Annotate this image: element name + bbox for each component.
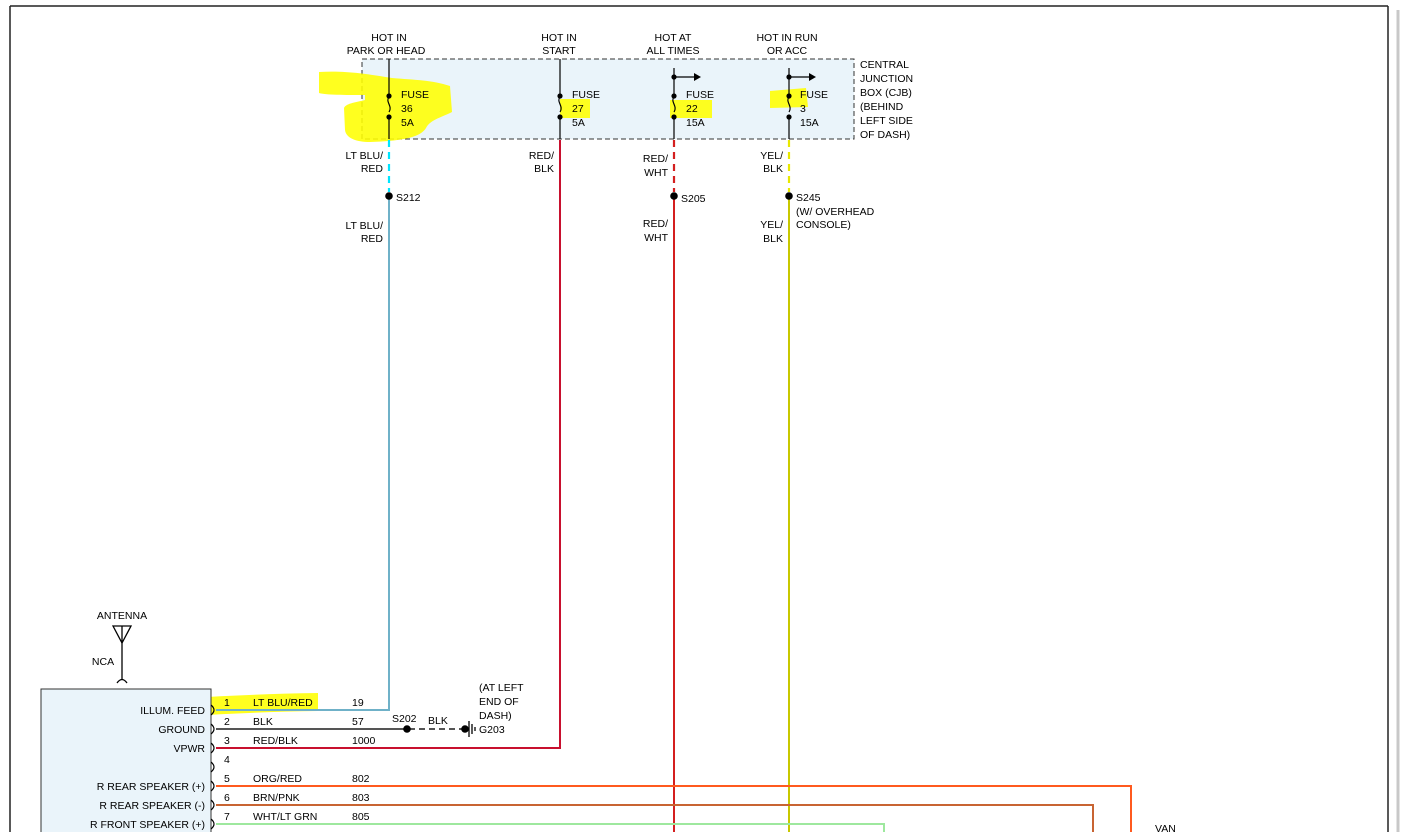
cjb-label-line-1: CENTRAL — [860, 59, 909, 71]
fuse-36-header-line-2: PARK OR HEAD — [347, 45, 426, 57]
splice-s212-label: S212 — [396, 192, 421, 204]
splice-s205-label: S205 — [681, 193, 706, 205]
f3-top-label-line-2: BLK — [763, 163, 783, 175]
pin-7-circuit: 805 — [352, 811, 370, 823]
pin-3-circuit: 1000 — [352, 735, 376, 747]
pin-5-name: R REAR SPEAKER (+) — [97, 781, 205, 793]
pin-3-wire-color: RED/BLK — [253, 735, 298, 747]
pin-3-name: VPWR — [174, 743, 206, 755]
fuse-22-header-line-1: HOT AT — [655, 32, 693, 44]
cjb-label-line-4: (BEHIND — [860, 101, 904, 113]
wiring-diagram: CENTRAL JUNCTION BOX (CJB) (BEHIND LEFT SIDE… — [9, 5, 1400, 832]
van-label: VAN — [1155, 823, 1176, 832]
splice-s205-dot — [670, 192, 678, 200]
pin-2-wire-color: BLK — [253, 716, 273, 728]
fuse-3-header-line-1: HOT IN RUN — [756, 32, 817, 44]
antenna-nca-label: NCA — [92, 656, 114, 668]
fuse-27-number: 27 — [572, 103, 584, 115]
pin-6-number: 6 — [224, 792, 230, 804]
cjb-label-line-2: JUNCTION — [860, 73, 913, 85]
splice-s245-note-line-2: CONSOLE) — [796, 219, 851, 231]
fuse-22-label: FUSE — [686, 89, 714, 101]
splice-s202-dot — [403, 725, 411, 733]
antenna-icon — [111, 625, 133, 684]
f36-top-label-line-2: RED — [361, 163, 384, 175]
splice-s245-label: S245 — [796, 192, 821, 204]
pin-6-wire-color: BRN/PNK — [253, 792, 300, 804]
pin-3-number: 3 — [224, 735, 230, 747]
antenna-label: ANTENNA — [97, 610, 147, 622]
f3-top-label-line-1: YEL/ — [760, 150, 783, 162]
fuse-3-header-line-2: OR ACC — [767, 45, 808, 57]
fuse-3-label: FUSE — [800, 89, 828, 101]
cjb-label-line-6: OF DASH) — [860, 129, 910, 141]
wire-wht-lt-grn — [216, 823, 885, 832]
f3-bottom-label-line-2: BLK — [763, 233, 783, 245]
fuse-27-header-line-1: HOT IN — [541, 32, 576, 44]
fuse-36-label: FUSE — [401, 89, 429, 101]
fuse-36-number: 36 — [401, 103, 413, 115]
f27-label-line-2: BLK — [534, 163, 554, 175]
f27-label-line-1: RED/ — [529, 150, 554, 162]
cjb-label-line-3: BOX (CJB) — [860, 87, 912, 99]
pin-5-number: 5 — [224, 773, 230, 785]
f22-bottom-label-line-2: WHT — [644, 232, 668, 244]
ground-note-line-2: END OF — [479, 696, 519, 708]
pin-5-wire-color: ORG/RED — [253, 773, 302, 785]
f22-top-label-line-1: RED/ — [643, 153, 668, 165]
fuse-3-number: 3 — [800, 103, 806, 115]
pin-2-name: GROUND — [158, 724, 205, 736]
f3-bottom-label-line-1: YEL/ — [760, 219, 783, 231]
pin-2-number: 2 — [224, 716, 230, 728]
pin-5-circuit: 802 — [352, 773, 370, 785]
fuse-27-rating: 5A — [572, 117, 585, 129]
fuse-3-rating: 15A — [800, 117, 819, 129]
f36-top-label-line-1: LT BLU/ — [345, 150, 383, 162]
fuse-headers: HOT IN PARK OR HEAD HOT IN START HOT AT … — [347, 32, 818, 57]
pin-2-circuit: 57 — [352, 716, 364, 728]
pin-1-wire-color: LT BLU/RED — [253, 697, 313, 709]
splice-dots — [385, 192, 793, 733]
f22-top-label-line-2: WHT — [644, 167, 668, 179]
fuse-36-header-line-1: HOT IN — [371, 32, 406, 44]
pin-4-number: 4 — [224, 754, 230, 766]
pin-1-circuit: 19 — [352, 697, 364, 709]
fuse-22-header-line-2: ALL TIMES — [646, 45, 699, 57]
fuse-27-header-line-2: START — [542, 45, 576, 57]
pin-7-number: 7 — [224, 811, 230, 823]
ground-note-line-1: (AT LEFT — [479, 682, 524, 694]
splice-s202-label: S202 — [392, 713, 417, 725]
fuse-22-number: 22 — [686, 103, 698, 115]
splice-s245-note-line-1: (W/ OVERHEAD — [796, 206, 875, 218]
wires — [216, 140, 1132, 832]
cjb-label: CENTRAL JUNCTION BOX (CJB) (BEHIND LEFT SIDE… — [860, 59, 913, 141]
pin-7-name: R FRONT SPEAKER (+) — [90, 819, 205, 831]
splice-labels: S212 S205 S245 (W/ OVERHEAD CONSOLE) S20… — [392, 192, 875, 725]
pin-7-wire-color: WHT/LT GRN — [253, 811, 317, 823]
f36-bottom-label-line-1: LT BLU/ — [345, 220, 383, 232]
splice-s245-dot — [785, 192, 793, 200]
ground-g203-dot — [461, 725, 469, 733]
pin-4-row: 4 — [210, 754, 230, 773]
wire-brn-pnk — [216, 804, 1094, 832]
splice-s212-dot — [385, 192, 393, 200]
fuse-22-rating: 15A — [686, 117, 705, 129]
highlighter-marks — [107, 71, 808, 720]
ground-symbol-icon — [468, 721, 476, 737]
f36-bottom-label-line-2: RED — [361, 233, 384, 245]
pin-1-number: 1 — [224, 697, 230, 709]
f22-bottom-label-line-1: RED/ — [643, 218, 668, 230]
pin-1-name: ILLUM. FEED — [140, 705, 205, 717]
antenna-group: ANTENNA NCA — [92, 610, 147, 684]
cjb-label-line-5: LEFT SIDE — [860, 115, 913, 127]
wire-lt-blu-red-illum — [216, 198, 390, 711]
ground-wire-label: BLK — [428, 715, 448, 727]
fuse-27-label: FUSE — [572, 89, 600, 101]
ground-note-line-3: DASH) — [479, 710, 512, 722]
pin-6-name: R REAR SPEAKER (-) — [99, 800, 205, 812]
fuse-36-rating: 5A — [401, 117, 414, 129]
pin-6-circuit: 803 — [352, 792, 370, 804]
ground-id-label: G203 — [479, 724, 505, 736]
